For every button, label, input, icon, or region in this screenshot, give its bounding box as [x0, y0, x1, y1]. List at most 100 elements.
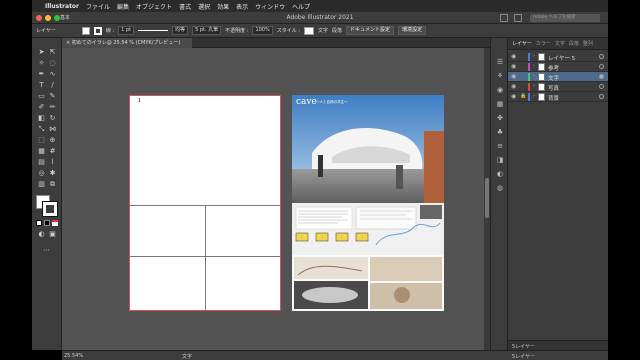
perspective-grid-tool-icon[interactable]: ▦ — [37, 147, 46, 156]
layer-row-selected[interactable]: ◉ › 文字 — [508, 72, 608, 82]
document-setup-button[interactable]: ドキュメント設定 — [346, 26, 395, 35]
brush-select[interactable]: 5 pt. 丸筆 — [192, 26, 222, 35]
visibility-eye-icon[interactable]: ◉ — [511, 63, 516, 70]
layer-row[interactable]: ◉ 🔒 › 背景 — [508, 92, 608, 102]
width-tool-icon[interactable]: ⋈ — [48, 125, 57, 134]
symbol-sprayer-tool-icon[interactable]: ✱ — [48, 169, 57, 178]
libraries-panel-icon[interactable]: ⚘ — [496, 72, 504, 80]
layer-name[interactable]: 文字 — [548, 74, 559, 82]
layer-name[interactable]: 写真 — [548, 84, 559, 92]
layer-row[interactable]: ◉ › 写真 — [508, 82, 608, 92]
visibility-eye-icon[interactable]: ◉ — [511, 83, 516, 90]
paintbrush-tool-icon[interactable]: ✎ — [48, 92, 57, 101]
opacity-input[interactable]: 100% — [252, 26, 273, 35]
drawing-mode-icon[interactable]: ◐ — [37, 230, 46, 239]
lock-icon[interactable]: 🔒 — [520, 93, 526, 99]
mesh-tool-icon[interactable]: # — [48, 147, 57, 156]
menu-app-name[interactable]: Illustrator — [45, 3, 79, 10]
edit-toolbar-icon[interactable]: ⋯ — [42, 246, 51, 255]
artboard-1[interactable]: 1 — [129, 95, 281, 311]
layer-target-icon[interactable] — [599, 94, 604, 99]
artboard-tool-icon[interactable]: ⧉ — [48, 180, 57, 189]
rotate-tool-icon[interactable]: ↻ — [48, 114, 57, 123]
direct-selection-tool-icon[interactable]: ⇱ — [48, 48, 57, 57]
color-panel-icon[interactable]: ◉ — [496, 86, 504, 94]
magic-wand-tool-icon[interactable]: ✧ — [37, 59, 46, 68]
character-link[interactable]: 文字 — [318, 27, 328, 34]
menu-select[interactable]: 選択 — [198, 2, 210, 11]
properties-panel-icon[interactable]: ☰ — [496, 58, 504, 66]
graphic-style-swatch[interactable] — [304, 26, 315, 35]
stroke-color-box[interactable] — [42, 201, 58, 217]
expand-chevron-icon[interactable]: › — [533, 73, 535, 79]
menu-type[interactable]: 書式 — [179, 2, 191, 11]
layer-name[interactable]: 背景 — [548, 94, 559, 102]
stroke-weight-select[interactable]: 1 pt — [118, 26, 135, 35]
shape-builder-tool-icon[interactable]: ⊕ — [48, 136, 57, 145]
swatches-panel-icon[interactable]: ▦ — [496, 100, 504, 108]
free-transform-tool-icon[interactable]: ⬚ — [37, 136, 46, 145]
layer-row[interactable]: ◉ › レイヤー 5 — [508, 52, 608, 62]
menu-file[interactable]: ファイル — [86, 2, 110, 11]
fill-swatch[interactable] — [81, 26, 90, 35]
current-tool-status[interactable]: 文字 — [182, 353, 192, 360]
scrollbar-thumb[interactable] — [485, 178, 489, 218]
menu-view[interactable]: 表示 — [236, 2, 248, 11]
tab-paragraph[interactable]: 段落 — [569, 40, 579, 47]
pen-tool-icon[interactable]: ✒ — [37, 70, 46, 79]
arrange-documents-icon[interactable] — [514, 14, 522, 22]
curvature-tool-icon[interactable]: ∿ — [48, 70, 57, 79]
gradient-tool-icon[interactable]: ▤ — [37, 158, 46, 167]
tab-character[interactable]: 文字 — [555, 40, 565, 47]
expand-chevron-icon[interactable]: › — [533, 83, 535, 89]
visibility-eye-icon[interactable]: ◉ — [511, 53, 516, 60]
layer-name[interactable]: 参考 — [548, 64, 559, 72]
graph-tool-icon[interactable]: ▥ — [37, 180, 46, 189]
screen-mode-icon[interactable]: ▣ — [48, 230, 57, 239]
stroke-panel-icon[interactable]: ≡ — [496, 142, 504, 150]
expand-chevron-icon[interactable]: › — [533, 93, 535, 99]
layer-name[interactable]: レイヤー 5 — [548, 54, 575, 62]
pencil-tool-icon[interactable]: ✏ — [48, 103, 57, 112]
expand-chevron-icon[interactable]: › — [533, 53, 535, 59]
rectangle-tool-icon[interactable]: ▭ — [37, 92, 46, 101]
artboard-2[interactable]: cave ～人と自然の共生～ — [292, 95, 444, 311]
eyedropper-tool-icon[interactable]: ⌇ — [48, 158, 57, 167]
menu-window[interactable]: ウィンドウ — [255, 2, 285, 11]
stroke-profile-select[interactable]: 均等 — [172, 26, 189, 35]
lasso-tool-icon[interactable]: ◌ — [48, 59, 57, 68]
document-tab[interactable]: × 初めてのイラレ@ 25.54 % (CMYK/プレビュー) — [62, 38, 192, 48]
tab-layers[interactable]: レイヤー — [512, 40, 532, 47]
blend-tool-icon[interactable]: ◎ — [37, 169, 46, 178]
visibility-eye-icon[interactable]: ◉ — [511, 73, 516, 80]
type-tool-icon[interactable]: T — [37, 81, 46, 90]
layer-row[interactable]: ◉ › 参考 — [508, 62, 608, 72]
expand-chevron-icon[interactable]: › — [533, 63, 535, 69]
menu-help[interactable]: ヘルプ — [292, 2, 310, 11]
tab-align[interactable]: 整列 — [583, 40, 593, 47]
shaper-tool-icon[interactable]: ✐ — [37, 103, 46, 112]
share-icon[interactable] — [500, 14, 508, 22]
default-colors-icon[interactable] — [36, 220, 42, 226]
help-search-input[interactable]: Adobe ヘルプを検索 — [530, 14, 600, 22]
brushes-panel-icon[interactable]: ✤ — [496, 114, 504, 122]
eraser-tool-icon[interactable]: ◧ — [37, 114, 46, 123]
layer-target-icon[interactable] — [599, 84, 604, 89]
gradient-panel-icon[interactable]: ◨ — [496, 156, 504, 164]
menu-edit[interactable]: 編集 — [117, 2, 129, 11]
selection-tool-icon[interactable]: ➤ — [37, 48, 46, 57]
paragraph-link[interactable]: 段落 — [332, 27, 342, 34]
canvas-area[interactable]: 1 cave ～人と自然の共生～ — [62, 48, 490, 350]
appearance-panel-icon[interactable]: ◍ — [496, 184, 504, 192]
visibility-eye-icon[interactable]: ◉ — [511, 93, 516, 100]
stroke-swatch[interactable] — [93, 26, 102, 35]
zoom-level[interactable]: 25.54% — [64, 353, 83, 359]
preferences-button[interactable]: 環境設定 — [398, 26, 427, 35]
menu-object[interactable]: オブジェクト — [136, 2, 172, 11]
line-tool-icon[interactable]: / — [48, 81, 57, 90]
layer-target-icon[interactable] — [599, 54, 604, 59]
none-color-icon[interactable] — [52, 220, 58, 226]
menu-effect[interactable]: 効果 — [217, 2, 229, 11]
scale-tool-icon[interactable]: ⤡ — [37, 125, 46, 134]
transparency-panel-icon[interactable]: ◐ — [496, 170, 504, 178]
